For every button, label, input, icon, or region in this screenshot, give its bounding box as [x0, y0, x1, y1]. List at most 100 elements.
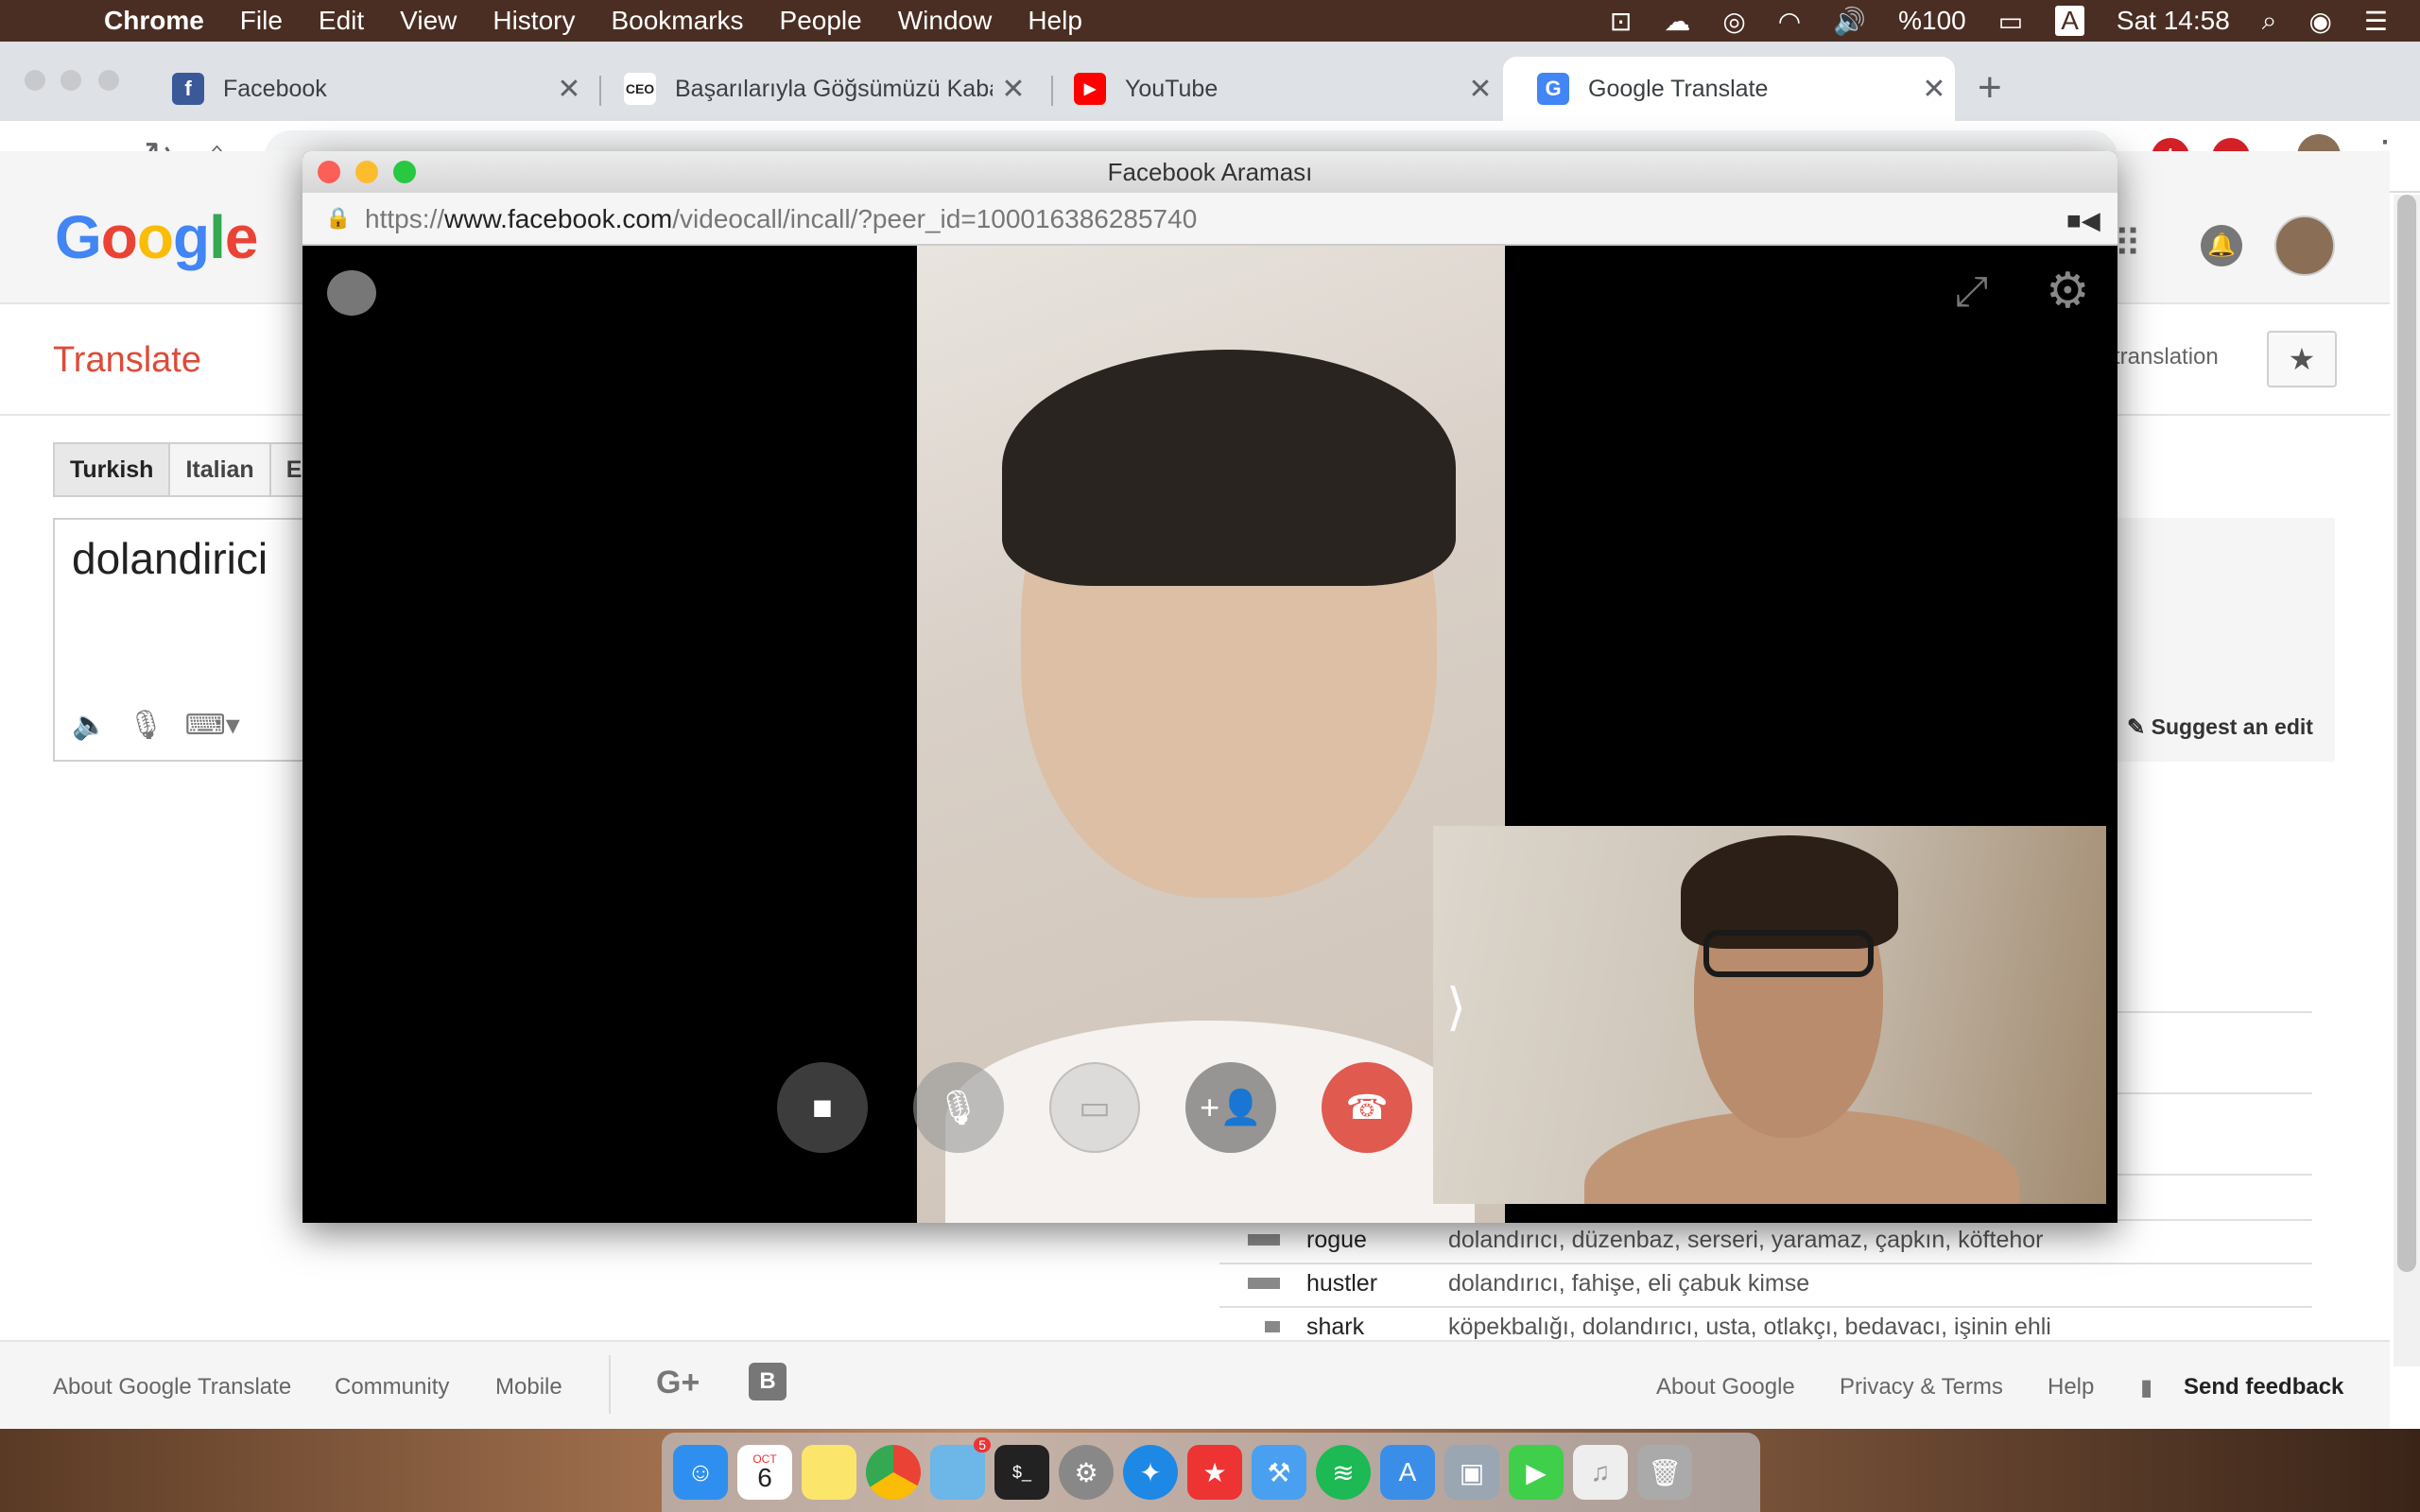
popup-minimize-light[interactable]: [355, 161, 378, 183]
system-preferences-icon[interactable]: ⚙: [1059, 1445, 1114, 1500]
battery-icon[interactable]: ▭: [1998, 6, 2023, 37]
self-video-preview[interactable]: ⟩: [1433, 826, 2106, 1204]
list-item[interactable]: rogue dolandırıcı, düzenbaz, serseri, ya…: [1248, 1221, 2043, 1259]
do-not-disturb-icon[interactable]: ◎: [1722, 6, 1745, 37]
close-icon[interactable]: ✕: [548, 73, 590, 106]
menu-window[interactable]: Window: [898, 6, 993, 36]
add-person-icon: +👤: [1200, 1088, 1262, 1126]
list-item[interactable]: hustler dolandırıcı, fahişe, eli çabuk k…: [1248, 1264, 1809, 1302]
footer-link[interactable]: About Google: [1656, 1374, 1795, 1400]
source-text[interactable]: dolandirici: [72, 533, 268, 584]
lang-tab-turkish[interactable]: Turkish: [55, 444, 171, 495]
finder-icon[interactable]: ☺: [673, 1445, 728, 1500]
tweetbot-icon[interactable]: 5: [930, 1437, 991, 1500]
suggest-edit-link[interactable]: ✎ Suggest an edit: [2127, 714, 2313, 740]
preview-icon[interactable]: ▣: [1444, 1445, 1499, 1500]
reeder-icon[interactable]: ★: [1187, 1445, 1242, 1500]
blogger-icon[interactable]: B: [749, 1363, 786, 1400]
account-avatar[interactable]: [2274, 215, 2335, 276]
menu-edit[interactable]: Edit: [319, 6, 364, 36]
close-icon[interactable]: ✕: [1913, 73, 1955, 106]
music-folder-icon[interactable]: ♫: [1573, 1445, 1628, 1500]
bookmark-status-icon[interactable]: ⊡: [1610, 6, 1632, 37]
footer-link[interactable]: Mobile: [495, 1374, 562, 1400]
new-tab-icon[interactable]: +: [1978, 64, 2002, 112]
dock: ☺ OCT 6 5 $_ ⚙ ✦ ★ ⚒ ≋ A ▣ ▶ ♫ 🗑: [662, 1433, 1760, 1512]
spotlight-search-icon[interactable]: ⌕: [2262, 6, 2277, 37]
source-language-tabs: Turkish Italian En: [53, 442, 336, 497]
footer-link[interactable]: Community: [335, 1374, 449, 1400]
menu-people[interactable]: People: [780, 6, 862, 36]
send-feedback-link[interactable]: Send feedback: [2184, 1374, 2343, 1400]
dictionary-word[interactable]: rogue: [1306, 1227, 1448, 1254]
self-person-glasses: [1703, 930, 1874, 977]
fullscreen-icon[interactable]: ⤢: [1955, 268, 1988, 316]
notification-center-icon[interactable]: ☰: [2364, 6, 2388, 37]
chrome-icon[interactable]: [866, 1445, 921, 1500]
window-minimize-light[interactable]: [60, 70, 81, 91]
scrollbar-thumb[interactable]: [2397, 195, 2416, 1272]
screen-share-button[interactable]: ▭: [1049, 1062, 1140, 1153]
menu-view[interactable]: View: [400, 6, 457, 36]
battery-percent[interactable]: %100: [1898, 6, 1966, 36]
tab-ceo[interactable]: CEO Başarılarıyla Göğsümüzü Kabar ✕: [590, 57, 1034, 121]
camera-button[interactable]: ■: [777, 1062, 868, 1153]
google-plus-icon[interactable]: G+: [656, 1365, 700, 1401]
close-icon[interactable]: ✕: [1460, 73, 1501, 106]
mic-button[interactable]: 🎙: [913, 1062, 1004, 1153]
menu-help[interactable]: Help: [1028, 6, 1082, 36]
apps-grid-icon[interactable]: ⠿: [2114, 223, 2141, 266]
lang-tab-italian[interactable]: Italian: [170, 444, 271, 495]
dictionary-word[interactable]: hustler: [1306, 1270, 1448, 1297]
tab-google-translate[interactable]: G Google Translate ✕: [1503, 57, 1955, 121]
translation-link[interactable]: translation: [2114, 344, 2219, 370]
phrasebook-star-button[interactable]: ★: [2267, 331, 2337, 387]
sync-status-icon[interactable]: ☁: [1664, 6, 1690, 37]
notes-icon[interactable]: [802, 1445, 856, 1500]
settings-gear-icon[interactable]: ⚙: [2046, 263, 2090, 319]
input-source-icon[interactable]: A: [2055, 6, 2084, 36]
collapse-preview-icon[interactable]: ⟩: [1446, 977, 1466, 1037]
tab-facebook[interactable]: f Facebook ✕: [138, 57, 590, 121]
siri-icon[interactable]: ◉: [2308, 6, 2331, 37]
tab-title: YouTube: [1125, 75, 1219, 102]
xcode-icon[interactable]: ⚒: [1252, 1445, 1306, 1500]
keyboard-icon[interactable]: ⌨▾: [184, 709, 239, 742]
listen-icon[interactable]: 🔈: [72, 709, 107, 742]
google-logo[interactable]: Google: [55, 202, 258, 272]
camera-in-use-icon[interactable]: ■◀: [2066, 206, 2100, 235]
window-zoom-light[interactable]: [98, 70, 119, 91]
terminal-icon[interactable]: $_: [994, 1445, 1049, 1500]
add-person-button[interactable]: +👤: [1185, 1062, 1276, 1153]
safari-icon[interactable]: ✦: [1123, 1445, 1178, 1500]
app-store-icon[interactable]: A: [1380, 1445, 1435, 1500]
menu-bookmarks[interactable]: Bookmarks: [611, 6, 743, 36]
notifications-icon[interactable]: 🔔: [2201, 225, 2242, 266]
end-call-button[interactable]: ☎: [1322, 1062, 1412, 1153]
calendar-icon[interactable]: OCT 6: [737, 1445, 792, 1500]
microphone-icon[interactable]: 🎙: [128, 709, 164, 742]
menu-file[interactable]: File: [240, 6, 283, 36]
popup-zoom-light[interactable]: [393, 161, 416, 183]
spotify-icon[interactable]: ≋: [1316, 1445, 1371, 1500]
window-close-light[interactable]: [25, 70, 45, 91]
footer-link[interactable]: About Google Translate: [53, 1374, 291, 1400]
volume-icon[interactable]: 🔊: [1833, 6, 1866, 37]
trash-icon[interactable]: 🗑: [1637, 1445, 1692, 1500]
close-icon[interactable]: ✕: [993, 73, 1034, 106]
facetime-icon[interactable]: ▶: [1509, 1445, 1564, 1500]
tab-youtube[interactable]: ▶ YouTube ✕: [1040, 57, 1501, 121]
url-host: www.facebook.com: [444, 204, 673, 233]
dictionary-word[interactable]: shark: [1306, 1314, 1448, 1341]
clock[interactable]: Sat 14:58: [2117, 6, 2230, 36]
menu-app-name[interactable]: Chrome: [104, 6, 204, 36]
microphone-icon: 🎙: [937, 1088, 980, 1126]
page-title[interactable]: Translate: [53, 340, 201, 381]
chat-icon[interactable]: [327, 270, 376, 316]
popup-close-light[interactable]: [318, 161, 340, 183]
menu-history[interactable]: History: [493, 6, 575, 36]
footer-link[interactable]: Privacy & Terms: [1840, 1374, 2003, 1400]
footer-link[interactable]: Help: [2048, 1374, 2094, 1400]
wifi-icon[interactable]: ◠: [1778, 6, 1801, 37]
frequency-bar: [1265, 1321, 1280, 1332]
